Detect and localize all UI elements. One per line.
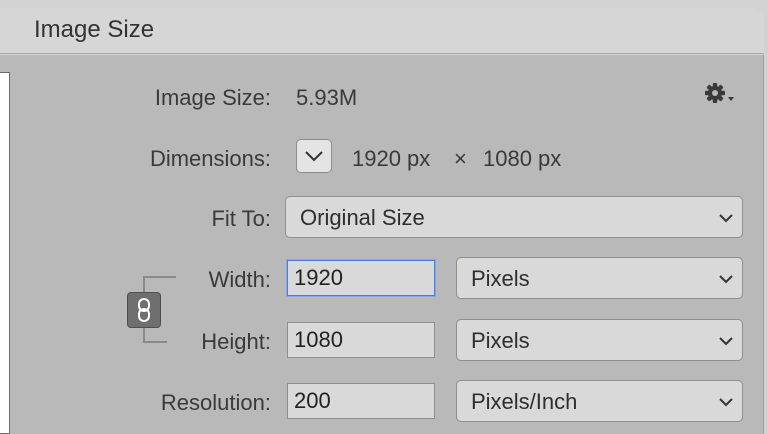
height-value: 1080	[294, 327, 343, 352]
constrain-bracket-top	[143, 276, 176, 292]
dialog-body: Image Size: 5.93M Dimensions: 1920 px × …	[0, 55, 764, 434]
chevron-down-icon	[719, 337, 733, 346]
constrain-bracket-bottom	[143, 328, 167, 343]
dimensions-units-dropdown[interactable]	[296, 139, 332, 173]
chevron-down-icon	[305, 151, 323, 162]
image-size-value: 5.93M	[296, 85, 358, 110]
fit-to-value: Original Size	[300, 205, 425, 230]
resolution-unit-value: Pixels/Inch	[471, 389, 578, 414]
fit-to-label: Fit To:	[211, 206, 271, 231]
height-input[interactable]: 1080	[287, 322, 435, 358]
chevron-down-icon	[719, 398, 733, 407]
dialog-titlebar: Image Size	[0, 8, 764, 54]
width-unit-value: Pixels	[471, 266, 530, 291]
width-unit-select[interactable]: Pixels	[456, 257, 743, 299]
dimensions-separator: ×	[454, 146, 467, 171]
width-label: Width:	[208, 267, 271, 292]
dimensions-label: Dimensions:	[149, 146, 271, 171]
dimensions-width: 1920 px	[352, 146, 431, 171]
dimensions-height: 1080 px	[483, 146, 562, 171]
resolution-input[interactable]: 200	[287, 383, 435, 419]
chevron-down-icon	[719, 214, 733, 223]
height-label: Height:	[201, 329, 271, 354]
resolution-label: Resolution:	[160, 390, 271, 415]
width-input[interactable]: 1920	[287, 260, 435, 296]
image-size-label: Image Size:	[154, 85, 271, 110]
image-preview[interactable]	[0, 72, 10, 434]
resolution-value: 200	[294, 388, 331, 413]
chain-link-icon	[138, 298, 150, 322]
constrain-proportions-button[interactable]	[127, 292, 161, 328]
resolution-unit-select[interactable]: Pixels/Inch	[456, 380, 743, 422]
gear-icon[interactable]	[704, 82, 736, 108]
fit-to-select[interactable]: Original Size	[285, 196, 743, 238]
chevron-down-icon	[719, 275, 733, 284]
height-unit-select[interactable]: Pixels	[456, 319, 743, 361]
width-value: 1920	[294, 265, 343, 290]
height-unit-value: Pixels	[471, 328, 530, 353]
dialog-title: Image Size	[34, 16, 155, 43]
